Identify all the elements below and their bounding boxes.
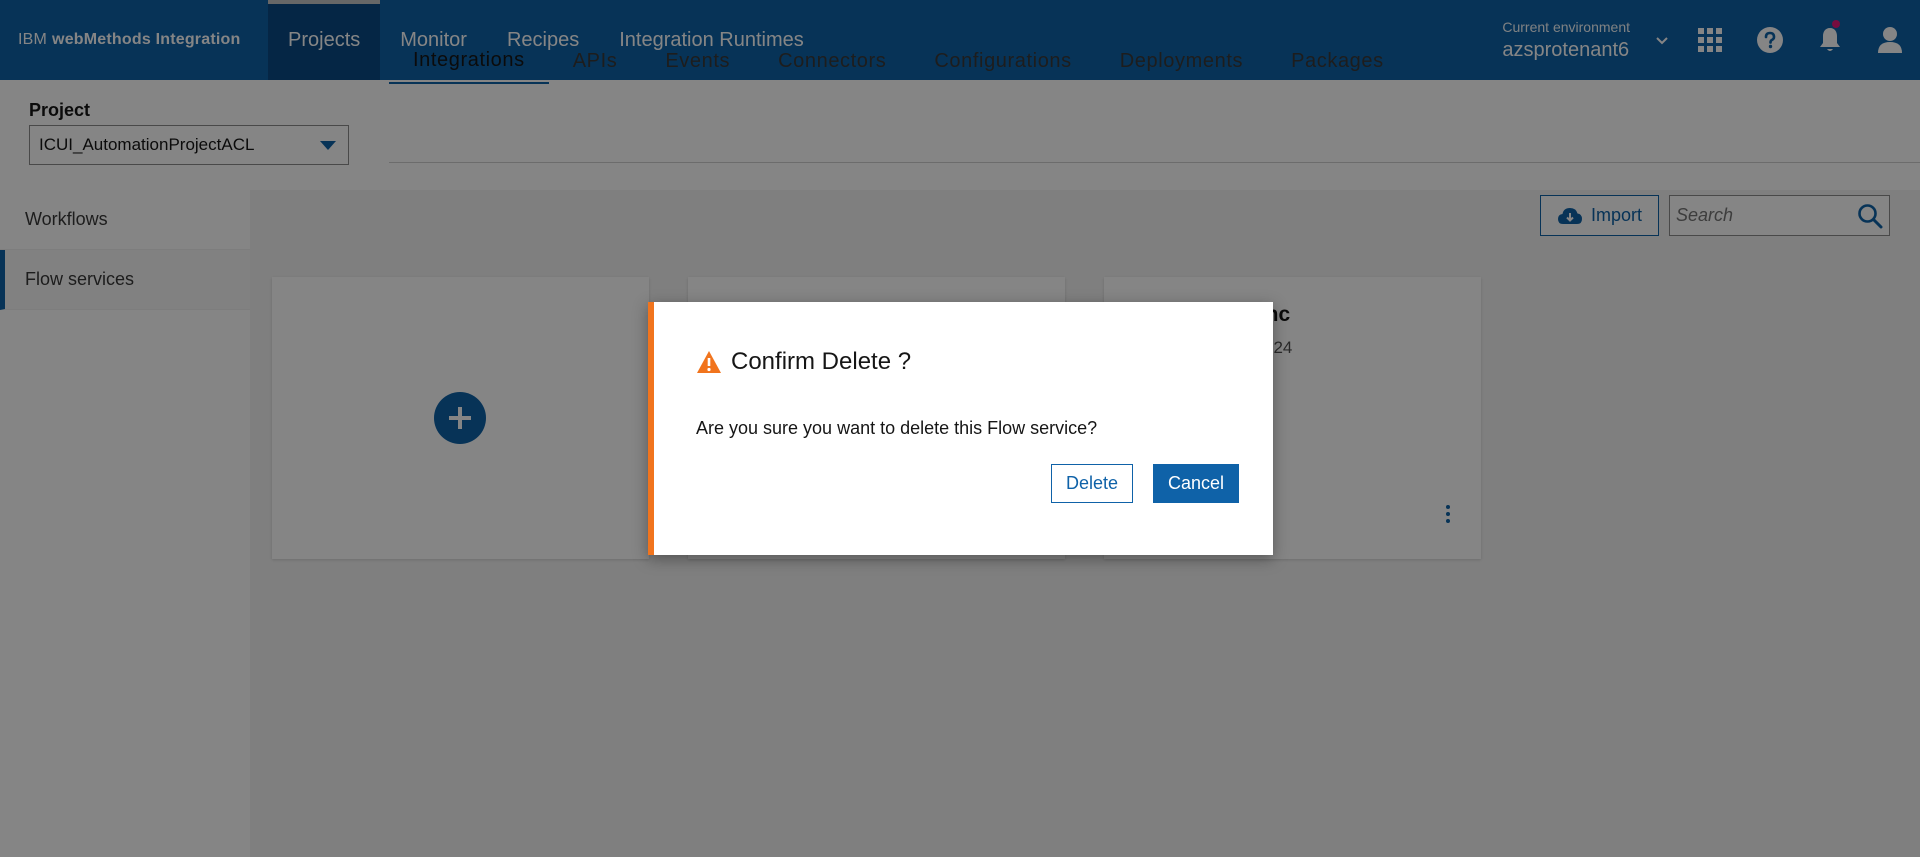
- confirm-delete-dialog: Confirm Delete ? Are you sure you want t…: [648, 302, 1273, 555]
- dialog-header: Confirm Delete ?: [696, 348, 911, 376]
- cancel-button[interactable]: Cancel: [1153, 464, 1239, 503]
- warning-icon: [697, 351, 721, 373]
- delete-button[interactable]: Delete: [1051, 464, 1133, 503]
- dialog-title: Confirm Delete ?: [731, 348, 912, 375]
- dialog-message: Are you sure you want to delete this Flo…: [696, 418, 1098, 438]
